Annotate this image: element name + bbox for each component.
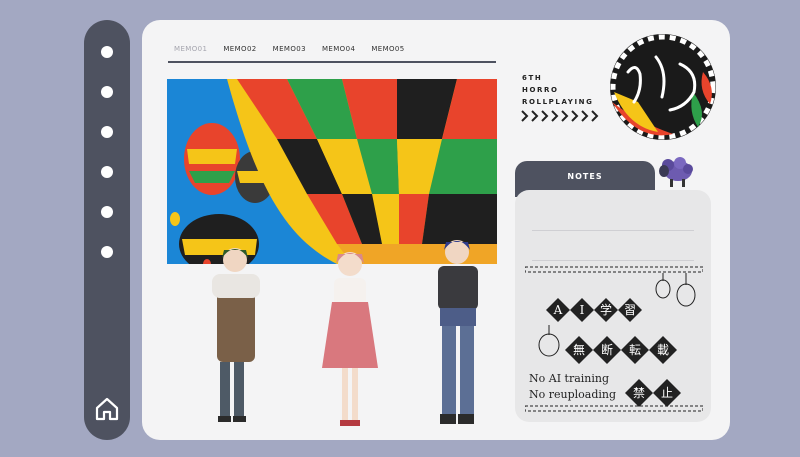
main-card: MEMO01 MEMO02 MEMO03 MEMO04 MEMO05 6TH H… bbox=[142, 20, 730, 440]
title-line-2: HORRO bbox=[522, 86, 559, 94]
nav-dot-2[interactable] bbox=[101, 86, 113, 98]
kanji-shi: 止 bbox=[661, 386, 673, 400]
kanji-ten: 転 bbox=[629, 343, 641, 357]
title-line-3: ROLLPLAYING bbox=[522, 98, 594, 106]
no-reuploading-text: No reuploading bbox=[529, 388, 616, 401]
kanji-gaku: 学 bbox=[600, 302, 612, 317]
character-illustrations bbox=[202, 240, 502, 440]
nav-dot-3[interactable] bbox=[101, 126, 113, 138]
kanji-dan: 断 bbox=[601, 342, 613, 357]
kanji-mu: 無 bbox=[573, 342, 585, 357]
tab-memo02[interactable]: MEMO02 bbox=[223, 45, 256, 53]
kanji-kin: 禁 bbox=[633, 386, 645, 400]
logo-badge bbox=[598, 32, 728, 142]
tab-memo03[interactable]: MEMO03 bbox=[273, 45, 306, 53]
chevron-arrows-icon bbox=[521, 110, 599, 122]
nav-dot-4[interactable] bbox=[101, 166, 113, 178]
kanji-a: A bbox=[553, 303, 563, 317]
home-icon[interactable] bbox=[94, 396, 120, 422]
watermark-block: A I 学 習 無 断 転 載 禁 止 No AI training No re… bbox=[525, 266, 703, 412]
kanji-shu: 習 bbox=[624, 303, 636, 317]
kanji-sai: 載 bbox=[657, 343, 669, 357]
no-ai-training-text: No AI training bbox=[529, 372, 609, 385]
nav-dot-5[interactable] bbox=[101, 206, 113, 218]
page-title: 6TH HORRO ROLLPLAYING bbox=[522, 72, 593, 108]
notes-line bbox=[532, 230, 694, 231]
sheep-icon bbox=[659, 157, 693, 187]
tab-memo05[interactable]: MEMO05 bbox=[371, 45, 404, 53]
memo-tabs: MEMO01 MEMO02 MEMO03 MEMO04 MEMO05 bbox=[174, 45, 405, 53]
tab-memo01[interactable]: MEMO01 bbox=[174, 45, 207, 53]
kanji-i: I bbox=[580, 303, 585, 317]
notes-label: NOTES bbox=[567, 172, 603, 181]
sidebar bbox=[84, 20, 130, 440]
tab-memo04[interactable]: MEMO04 bbox=[322, 45, 355, 53]
notes-line bbox=[532, 260, 694, 261]
nav-dot-6[interactable] bbox=[101, 246, 113, 258]
tab-underline bbox=[168, 61, 496, 63]
nav-dot-1[interactable] bbox=[101, 46, 113, 58]
balloon-photo bbox=[167, 79, 497, 264]
title-line-1: 6TH bbox=[522, 74, 543, 82]
